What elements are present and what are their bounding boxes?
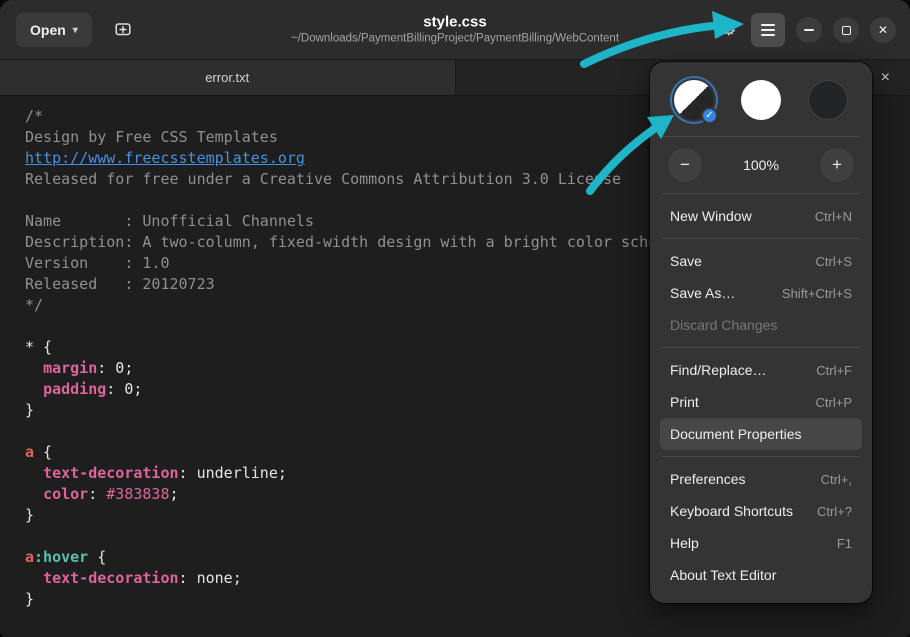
menu-item-accel: Ctrl+, xyxy=(821,472,852,487)
close-icon: ✕ xyxy=(878,23,888,37)
menu-item-label: Save xyxy=(670,253,702,269)
theme-light-button[interactable] xyxy=(741,80,781,120)
menu-sections: New Window Ctrl+N Save Ctrl+S Save As… Shift+… xyxy=(660,200,862,591)
menu-separator xyxy=(662,456,860,457)
new-tab-button[interactable] xyxy=(106,13,140,47)
menu-item-label: Save As… xyxy=(670,285,735,301)
menu-item-accel: F1 xyxy=(837,536,852,551)
menu-separator xyxy=(662,347,860,348)
open-button[interactable]: Open ▾ xyxy=(16,13,92,47)
menu-separator xyxy=(662,136,860,137)
tab-error-txt[interactable]: error.txt xyxy=(0,60,456,95)
menu-separator xyxy=(662,193,860,194)
hamburger-icon xyxy=(761,24,775,36)
menu-item-preferences[interactable]: Preferences Ctrl+, xyxy=(660,463,862,495)
menu-item-label: New Window xyxy=(670,208,752,224)
zoom-in-button[interactable]: + xyxy=(820,148,854,182)
theme-follow-system-button[interactable]: ✓ xyxy=(674,80,714,120)
menu-item-save-as[interactable]: Save As… Shift+Ctrl+S xyxy=(660,277,862,309)
menu-item-help[interactable]: Help F1 xyxy=(660,527,862,559)
maximize-button[interactable] xyxy=(833,17,859,43)
open-button-label: Open xyxy=(30,22,66,38)
headerbar: Open ▾ style.css ~/Downloads/PaymentBill… xyxy=(0,0,910,60)
menu-item-label: Find/Replace… xyxy=(670,362,767,378)
check-icon: ✓ xyxy=(701,107,718,124)
menu-item-label: About Text Editor xyxy=(670,567,776,583)
text-editor-window: Open ▾ style.css ~/Downloads/PaymentBill… xyxy=(0,0,910,637)
window-subtitle: ~/Downloads/PaymentBillingProject/Paymen… xyxy=(291,31,619,46)
menu-item-label: Document Properties xyxy=(670,426,802,442)
gear-icon: ⚙ xyxy=(718,20,740,40)
menu-item-accel: Ctrl+F xyxy=(816,363,852,378)
minimize-icon xyxy=(804,29,814,31)
menu-item-label: Print xyxy=(670,394,699,410)
menu-item-label: Help xyxy=(670,535,699,551)
new-tab-icon xyxy=(114,20,132,41)
tab-label: error.txt xyxy=(205,70,249,85)
headerbar-right: ⚙ ✕ xyxy=(718,0,896,60)
menu-item-accel: Ctrl+? xyxy=(817,504,852,519)
menu-item-label: Discard Changes xyxy=(670,317,777,333)
zoom-controls: − 100% + xyxy=(660,143,862,187)
menu-item-keyboard-shortcuts[interactable]: Keyboard Shortcuts Ctrl+? xyxy=(660,495,862,527)
maximize-icon xyxy=(842,26,851,35)
tab-close-button[interactable]: × xyxy=(881,70,890,86)
theme-dark-button[interactable] xyxy=(808,80,848,120)
zoom-level: 100% xyxy=(743,157,779,173)
zoom-out-button[interactable]: − xyxy=(668,148,702,182)
close-button[interactable]: ✕ xyxy=(870,17,896,43)
menu-item-label: Keyboard Shortcuts xyxy=(670,503,793,519)
menu-item-print[interactable]: Print Ctrl+P xyxy=(660,386,862,418)
primary-menu-button[interactable] xyxy=(751,13,785,47)
window-title: style.css xyxy=(291,13,619,31)
theme-selector: ✓ xyxy=(660,74,862,130)
primary-menu-popover: ✓ − 100% + New WindowCtrl+NSaveCtrl+SSav… xyxy=(650,62,872,603)
menu-item-label: Preferences xyxy=(670,471,745,487)
menu-item-accel: Ctrl+P xyxy=(816,395,852,410)
menu-separator xyxy=(662,238,860,239)
menu-item-accel: Ctrl+N xyxy=(815,209,852,224)
menu-item-find-replace[interactable]: Find/Replace… Ctrl+F xyxy=(660,354,862,386)
menu-item-accel: Shift+Ctrl+S xyxy=(782,286,852,301)
menu-item-document-properties[interactable]: Document Properties xyxy=(660,418,862,450)
menu-item-accel: Ctrl+S xyxy=(816,254,852,269)
caret-down-icon: ▾ xyxy=(73,25,78,36)
menu-item-discard-changes: Discard Changes xyxy=(660,309,862,341)
menu-item-save[interactable]: Save Ctrl+S xyxy=(660,245,862,277)
headerbar-left: Open ▾ xyxy=(16,0,140,60)
window-title-block: style.css ~/Downloads/PaymentBillingProj… xyxy=(291,13,619,46)
menu-item-new-window[interactable]: New Window Ctrl+N xyxy=(660,200,862,232)
minimize-button[interactable] xyxy=(796,17,822,43)
menu-item-about-text-editor[interactable]: About Text Editor xyxy=(660,559,862,591)
